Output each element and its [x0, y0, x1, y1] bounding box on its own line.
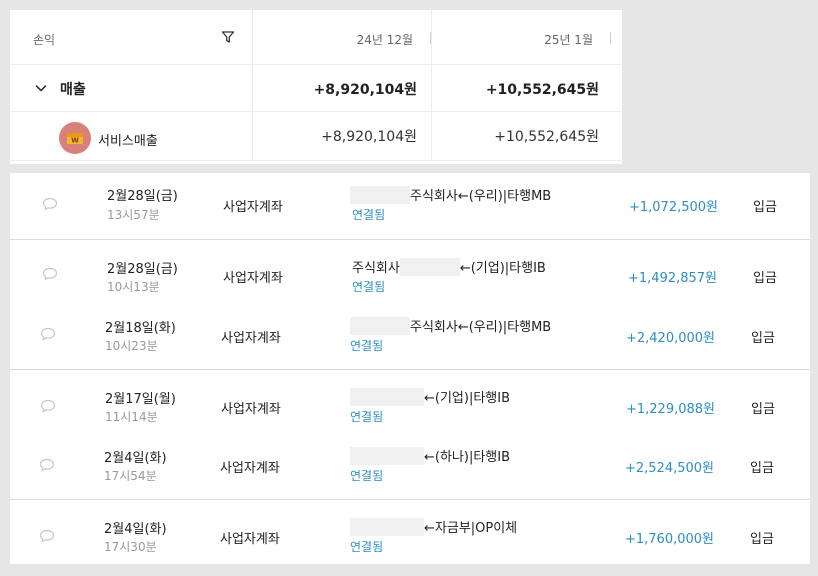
transaction-time: 13시57분 [107, 208, 160, 222]
transaction-time: 17시54분 [104, 469, 157, 483]
masked-name [350, 186, 410, 204]
masked-name [399, 258, 460, 276]
transaction-amount: +1,229,088원 [625, 402, 715, 417]
chevron-down-icon[interactable] [34, 81, 48, 95]
masked-name [350, 317, 410, 335]
linked-status[interactable]: 연결됨 [350, 467, 383, 484]
service-amount-2: +10,552,645원 [494, 129, 599, 145]
transaction-row[interactable]: 2월4일(화) 17시54분 사업자계좌 ←(하나)|타행IB 연결됨 +2,5… [10, 431, 810, 491]
transaction-kind: 입금 [750, 532, 774, 547]
sales-row[interactable]: 매출 +8,920,104원 +10,552,645원 [10, 65, 622, 112]
speech-bubble-icon[interactable] [42, 267, 58, 281]
account-type: 사업자계좌 [221, 402, 281, 417]
counterpart: 주식회사 ←(기업)|타행IB [352, 257, 546, 276]
linked-status[interactable]: 연결됨 [350, 408, 383, 425]
service-amount-cell-1: +8,920,104원 [253, 112, 432, 160]
speech-bubble-icon[interactable] [40, 399, 56, 413]
service-amount-1: +8,920,104원 [321, 129, 417, 145]
income-statement-panel: 손익 24년 12월 25년 1월 매출 +8,920,104원 +10,552… [10, 10, 622, 164]
svg-text:W: W [71, 137, 79, 145]
masked-name [350, 447, 424, 465]
service-sales-label: 서비스매출 [98, 134, 158, 149]
linked-status[interactable]: 연결됨 [352, 278, 385, 295]
counterpart: ←(기업)|타행IB [350, 387, 510, 406]
transaction-date: 2월28일(금) [107, 262, 178, 277]
transaction-time: 17시30분 [104, 540, 157, 554]
income-header-row: 손익 24년 12월 25년 1월 [10, 10, 622, 65]
counterpart: 주식회사←(우리)|타행MB [350, 185, 551, 204]
period-header-2[interactable]: 25년 1월 [432, 10, 621, 64]
speech-bubble-icon[interactable] [39, 458, 55, 472]
account-type: 사업자계좌 [220, 532, 280, 547]
transaction-row[interactable]: 2월28일(금) 10시13분 사업자계좌 주식회사 ←(기업)|타행IB 연결됨… [10, 239, 810, 300]
transaction-date: 2월4일(화) [104, 522, 167, 537]
sales-amount-cell-1: +8,920,104원 [253, 65, 432, 111]
transaction-amount: +2,420,000원 [625, 331, 715, 346]
filter-icon[interactable] [221, 30, 235, 44]
sales-amount-cell-2: +10,552,645원 [432, 65, 621, 111]
counterpart-text: 주식회사←(우리)|타행MB [410, 189, 552, 204]
transaction-kind: 입금 [751, 402, 775, 417]
transaction-row[interactable]: 2월17일(월) 11시14분 사업자계좌 ←(기업)|타행IB 연결됨 +1,… [10, 369, 810, 430]
counterpart: ←자금부|OP이체 [350, 517, 517, 536]
account-type: 사업자계좌 [221, 331, 281, 346]
account-type: 사업자계좌 [220, 461, 280, 476]
transaction-amount: +1,760,000원 [624, 532, 714, 547]
transaction-time: 11시14분 [105, 410, 158, 424]
speech-bubble-icon[interactable] [42, 197, 58, 211]
counterpart-text: ←(기업)|타행IB [424, 391, 511, 406]
transaction-amount: +1,492,857원 [627, 271, 717, 286]
linked-status[interactable]: 연결됨 [352, 206, 385, 223]
column-divider [610, 32, 611, 44]
counterpart: 주식회사←(우리)|타행MB [350, 316, 551, 335]
transaction-time: 10시13분 [107, 280, 160, 294]
counterpart-text: 주식회사←(우리)|타행MB [410, 320, 552, 335]
service-label-cell: W 서비스매출 [10, 112, 253, 160]
account-type: 사업자계좌 [223, 271, 283, 286]
transaction-amount: +2,524,500원 [624, 461, 714, 476]
counterpart-prefix: 주식회사 [352, 261, 400, 276]
sales-amount-1: +8,920,104원 [313, 82, 417, 98]
transaction-date: 2월4일(화) [104, 451, 167, 466]
counterpart-text: ←(기업)|타행IB [459, 261, 546, 276]
transaction-date: 2월18일(화) [105, 321, 176, 336]
speech-bubble-icon[interactable] [40, 327, 56, 341]
account-type: 사업자계좌 [223, 200, 283, 215]
transaction-amount: +1,072,500원 [628, 200, 718, 215]
transaction-time: 10시23분 [105, 339, 158, 353]
sales-label-cell: 매출 [10, 65, 253, 111]
transactions-panel: 2월28일(금) 13시57분 사업자계좌 주식회사←(우리)|타행MB 연결됨… [10, 173, 810, 564]
period-header-1[interactable]: 24년 12월 [253, 10, 432, 64]
sales-amount-2: +10,552,645원 [485, 82, 599, 98]
sales-label: 매출 [60, 82, 86, 98]
transaction-row[interactable]: 2월4일(화) 17시30분 사업자계좌 ←자금부|OP이체 연결됨 +1,76… [10, 499, 810, 560]
transaction-kind: 입금 [750, 461, 774, 476]
speech-bubble-icon[interactable] [39, 529, 55, 543]
transaction-date: 2월28일(금) [107, 189, 178, 204]
wallet-icon: W [59, 122, 91, 154]
transaction-kind: 입금 [753, 271, 777, 286]
counterpart-text: ←자금부|OP이체 [424, 521, 518, 536]
period-label-2: 25년 1월 [544, 33, 593, 47]
service-amount-cell-2: +10,552,645원 [432, 112, 621, 160]
service-sales-row[interactable]: W 서비스매출 +8,920,104원 +10,552,645원 [10, 112, 622, 161]
income-label: 손익 [33, 33, 56, 47]
header-label-cell: 손익 [10, 10, 253, 64]
masked-name [350, 388, 424, 406]
linked-status[interactable]: 연결됨 [350, 538, 383, 555]
transaction-row[interactable]: 2월28일(금) 13시57분 사업자계좌 주식회사←(우리)|타행MB 연결됨… [10, 173, 810, 233]
column-divider [430, 32, 431, 44]
transaction-date: 2월17일(월) [105, 392, 176, 407]
transaction-kind: 입금 [751, 331, 775, 346]
linked-status[interactable]: 연결됨 [350, 337, 383, 354]
counterpart: ←(하나)|타행IB [350, 446, 510, 465]
masked-name [350, 518, 424, 536]
period-label-1: 24년 12월 [356, 33, 413, 47]
transaction-kind: 입금 [753, 200, 777, 215]
counterpart-text: ←(하나)|타행IB [424, 450, 511, 465]
transaction-row[interactable]: 2월18일(화) 10시23분 사업자계좌 주식회사←(우리)|타행MB 연결됨… [10, 301, 810, 361]
